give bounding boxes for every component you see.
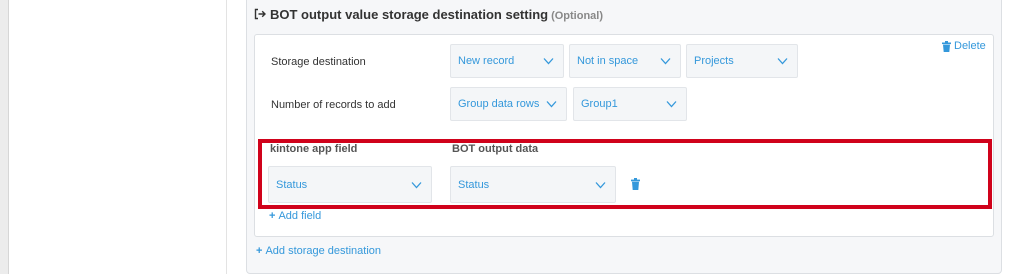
records-to-add-label: Number of records to add bbox=[271, 99, 396, 111]
app-dropdown[interactable]: Projects bbox=[686, 44, 798, 78]
app-value: Projects bbox=[694, 55, 734, 67]
add-field-button[interactable]: + Add field bbox=[269, 210, 321, 222]
section-title: BOT output value storage destination set… bbox=[254, 7, 603, 23]
chevron-down-icon bbox=[411, 182, 422, 189]
left-rail bbox=[0, 0, 9, 274]
chevron-down-icon bbox=[666, 101, 677, 108]
kintone-field-value: Status bbox=[276, 178, 308, 191]
plus-icon: + bbox=[256, 245, 263, 257]
kintone-field-dropdown[interactable]: Status bbox=[268, 166, 432, 203]
chevron-down-icon bbox=[777, 58, 788, 65]
add-storage-destination-button[interactable]: + Add storage destination bbox=[256, 245, 381, 257]
storage-destination-label: Storage destination bbox=[271, 56, 366, 68]
group-dropdown[interactable]: Group1 bbox=[573, 87, 687, 121]
space-value: Not in space bbox=[577, 55, 639, 67]
plus-icon: + bbox=[269, 210, 276, 222]
optional-label: (Optional) bbox=[551, 10, 604, 22]
chevron-down-icon bbox=[660, 58, 671, 65]
record-type-dropdown[interactable]: New record bbox=[450, 44, 564, 78]
delete-label: Delete bbox=[954, 40, 986, 52]
bot-output-value: Status bbox=[458, 178, 490, 191]
record-type-value: New record bbox=[458, 55, 515, 67]
trash-icon bbox=[942, 40, 951, 52]
space-dropdown[interactable]: Not in space bbox=[569, 44, 681, 78]
group-value: Group1 bbox=[581, 98, 618, 110]
add-storage-destination-label: Add storage destination bbox=[265, 245, 382, 257]
chevron-down-icon bbox=[543, 58, 554, 65]
chevron-down-icon bbox=[546, 101, 557, 108]
kintone-field-header: kintone app field bbox=[270, 143, 358, 155]
section-title-text: BOT output value storage destination set… bbox=[270, 7, 549, 22]
delete-button[interactable]: Delete bbox=[942, 40, 986, 52]
records-source-value: Group data rows bbox=[458, 98, 540, 110]
arrow-right-bracket-icon bbox=[254, 8, 266, 20]
bot-output-header: BOT output data bbox=[452, 143, 539, 155]
bot-output-dropdown[interactable]: Status bbox=[450, 166, 616, 203]
chevron-down-icon bbox=[595, 182, 606, 189]
left-pane bbox=[9, 0, 227, 274]
records-source-dropdown[interactable]: Group data rows bbox=[450, 87, 567, 121]
trash-icon[interactable] bbox=[631, 178, 640, 190]
add-field-label: Add field bbox=[278, 210, 322, 222]
